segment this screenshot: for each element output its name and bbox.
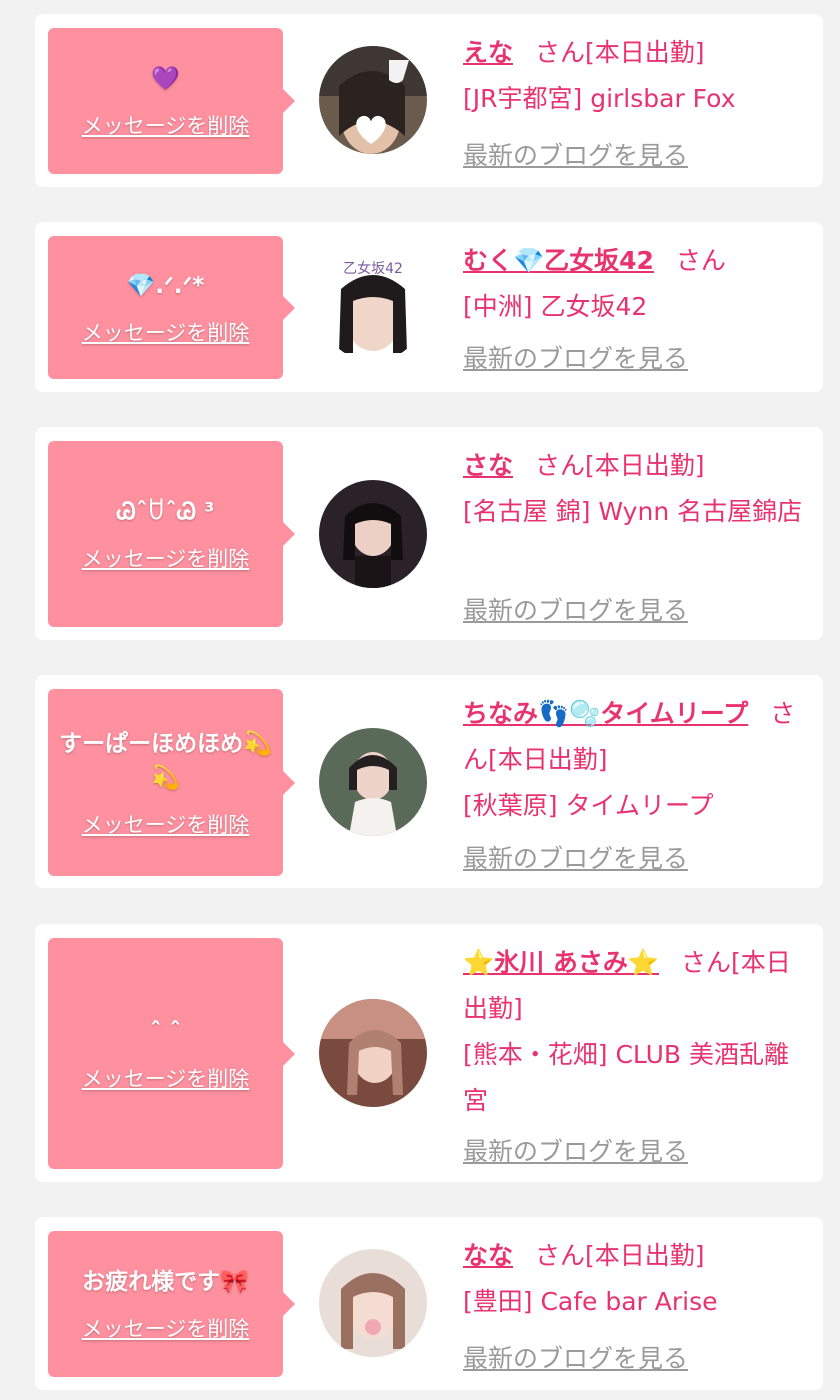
message-text: ᏊˆꇴˆᏊ ³ xyxy=(116,499,215,525)
status-text: さん[本日出勤] xyxy=(535,451,705,480)
favorite-card: お疲れ様です🎀 メッセージを削除 なな さん[本日出勤] [豊田] Cafe ba… xyxy=(35,1217,823,1390)
avatar-photo xyxy=(319,46,427,154)
blog-link[interactable]: 最新のブログを見る xyxy=(463,136,688,172)
girl-name-link[interactable]: えな xyxy=(463,38,513,67)
blog-link[interactable]: 最新のブログを見る xyxy=(463,1339,688,1375)
favorite-card: 💎.ᐟ‪.ᐟ‪* メッセージを削除 乙女坂42 むく💎乙女坂42 さん [中洲] … xyxy=(35,222,823,392)
girl-name-link[interactable]: さな xyxy=(463,451,513,480)
avatar[interactable] xyxy=(319,1249,427,1357)
avatar-photo: 乙女坂42 xyxy=(319,253,427,361)
girl-info: ⭐氷川 あさみ⭐ さん[本日出勤] [熊本・花畑] CLUB 美酒乱離宮 xyxy=(463,940,808,1124)
girl-info: なな さん[本日出勤] [豊田] Cafe bar Arise xyxy=(463,1233,808,1325)
message-bubble: 💜 メッセージを削除 xyxy=(48,28,295,174)
avatar-photo xyxy=(319,480,427,588)
avatar[interactable] xyxy=(319,480,427,588)
shop-text: [熊本・花畑] CLUB 美酒乱離宮 xyxy=(463,1040,789,1115)
favorite-card: ˆ ˆ メッセージを削除 ⭐氷川 あさみ⭐ さん[本日出勤] [熊本・花畑] CL… xyxy=(35,924,823,1182)
avatar[interactable] xyxy=(319,46,427,154)
message-text: ˆ ˆ xyxy=(149,1018,181,1045)
favorite-card: ᏊˆꇴˆᏊ ³ メッセージを削除 さな さん[本日出勤] [名古屋 錦] Wynn… xyxy=(35,427,823,640)
message-text: 💎.ᐟ‪.ᐟ‪* xyxy=(126,272,205,299)
girl-name-link[interactable]: なな xyxy=(463,1241,513,1270)
girl-info: さな さん[本日出勤] [名古屋 錦] Wynn 名古屋錦店 xyxy=(463,443,808,535)
girl-info: えな さん[本日出勤] [JR宇都宮] girlsbar Fox xyxy=(463,30,808,122)
blog-link[interactable]: 最新のブログを見る xyxy=(463,591,688,627)
message-bubble: 💎.ᐟ‪.ᐟ‪* メッセージを削除 xyxy=(48,236,295,379)
delete-message-link[interactable]: メッセージを削除 xyxy=(82,317,250,347)
blog-link[interactable]: 最新のブログを見る xyxy=(463,1132,688,1168)
delete-message-link[interactable]: メッセージを削除 xyxy=(82,543,250,573)
status-text: さん xyxy=(675,246,726,275)
message-bubble: ᏊˆꇴˆᏊ ³ メッセージを削除 xyxy=(48,441,295,627)
delete-message-link[interactable]: メッセージを削除 xyxy=(82,1063,250,1093)
avatar[interactable]: 乙女坂42 xyxy=(319,253,427,361)
message-bubble: お疲れ様です🎀 メッセージを削除 xyxy=(48,1231,295,1377)
shop-text: [中洲] 乙女坂42 xyxy=(463,292,648,321)
delete-message-link[interactable]: メッセージを削除 xyxy=(82,809,250,839)
girl-name-link[interactable]: むく💎乙女坂42 xyxy=(463,246,654,275)
avatar[interactable] xyxy=(319,728,427,836)
blog-link[interactable]: 最新のブログを見る xyxy=(463,339,688,375)
blog-link[interactable]: 最新のブログを見る xyxy=(463,839,688,875)
message-text: 💜 xyxy=(151,66,180,92)
avatar-photo xyxy=(319,1249,427,1357)
message-bubble: ˆ ˆ メッセージを削除 xyxy=(48,938,295,1169)
shop-text: [名古屋 錦] Wynn 名古屋錦店 xyxy=(463,497,803,526)
svg-text:乙女坂42: 乙女坂42 xyxy=(343,260,403,277)
girl-info: ちなみ👣🫧タイムリープ さん[本日出勤] [秋葉原] タイムリープ xyxy=(463,691,808,829)
favorite-card: すーぱーほめほめ💫💫 メッセージを削除 ちなみ👣🫧タイムリープ さん[本日出勤] … xyxy=(35,675,823,888)
girl-name-link[interactable]: ⭐氷川 あさみ⭐ xyxy=(463,948,659,977)
status-text: さん[本日出勤] xyxy=(535,1241,705,1270)
delete-message-link[interactable]: メッセージを削除 xyxy=(82,110,250,140)
status-text: さん[本日出勤] xyxy=(535,38,705,67)
message-text: お疲れ様です🎀 xyxy=(82,1269,249,1295)
message-bubble: すーぱーほめほめ💫💫 メッセージを削除 xyxy=(48,689,295,876)
shop-text: [JR宇都宮] girlsbar Fox xyxy=(463,84,736,113)
avatar-photo xyxy=(319,728,427,836)
shop-text: [秋葉原] タイムリープ xyxy=(463,791,714,820)
delete-message-link[interactable]: メッセージを削除 xyxy=(82,1313,250,1343)
message-text: すーぱーほめほめ💫💫 xyxy=(59,730,272,791)
favorite-card: 💜 メッセージを削除 えな さん[本日出勤] [JR宇都宮] girlsbar F… xyxy=(35,14,823,187)
girl-info: むく💎乙女坂42 さん [中洲] 乙女坂42 xyxy=(463,238,808,330)
avatar-photo xyxy=(319,999,427,1107)
girl-name-link[interactable]: ちなみ👣🫧タイムリープ xyxy=(463,699,748,728)
avatar[interactable] xyxy=(319,999,427,1107)
shop-text: [豊田] Cafe bar Arise xyxy=(463,1287,718,1316)
